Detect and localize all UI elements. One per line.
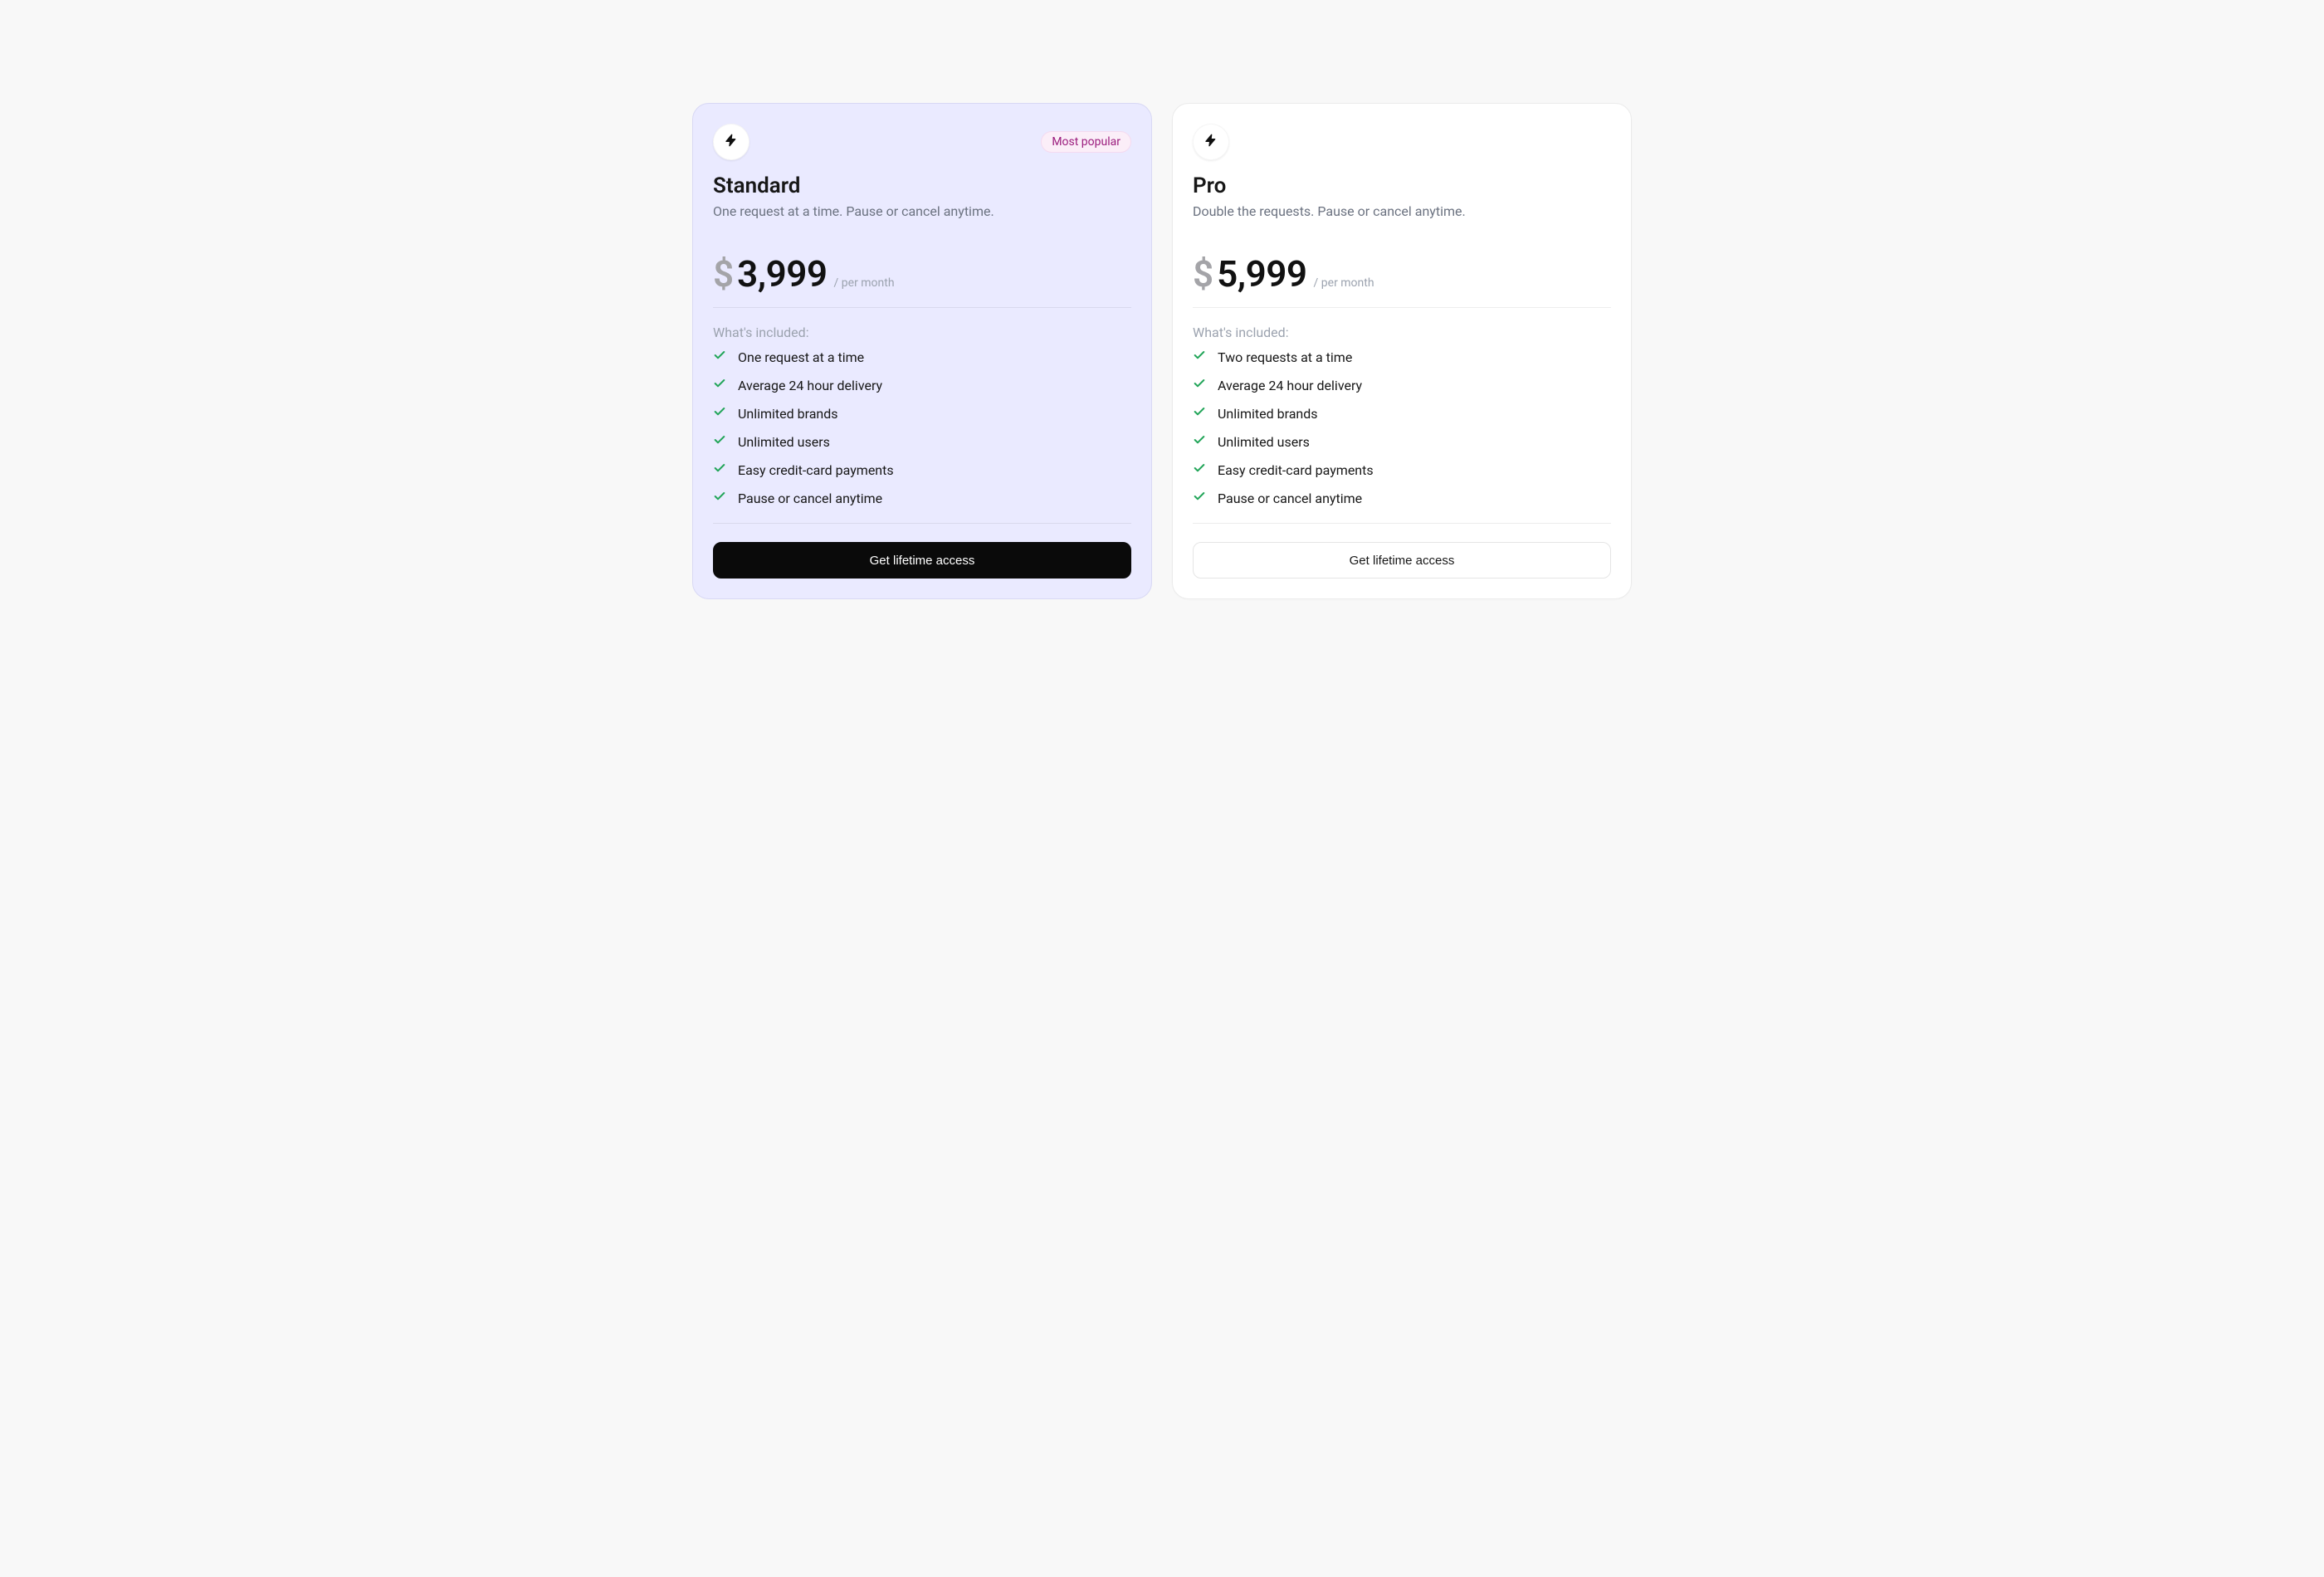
feature-text: Unlimited brands bbox=[1218, 406, 1318, 422]
feature-text: Pause or cancel anytime bbox=[738, 491, 882, 506]
plan-name: Pro bbox=[1193, 173, 1611, 198]
check-icon bbox=[713, 349, 726, 365]
feature-text: Unlimited users bbox=[738, 434, 830, 450]
plan-icon-chip bbox=[1193, 124, 1229, 160]
price-amount: 5,999 bbox=[1217, 256, 1306, 292]
check-icon bbox=[1193, 405, 1206, 422]
price-row: $ 5,999 / per month bbox=[1193, 256, 1611, 307]
check-icon bbox=[1193, 490, 1206, 506]
check-icon bbox=[713, 405, 726, 422]
divider bbox=[713, 307, 1131, 308]
check-icon bbox=[713, 377, 726, 393]
price-row: $ 3,999 / per month bbox=[713, 256, 1131, 307]
check-icon bbox=[1193, 377, 1206, 393]
feature-text: Pause or cancel anytime bbox=[1218, 491, 1362, 506]
plan-subtitle: Double the requests. Pause or cancel any… bbox=[1193, 203, 1611, 219]
list-item: Average 24 hour delivery bbox=[1193, 377, 1611, 393]
check-icon bbox=[713, 490, 726, 506]
feature-text: Unlimited users bbox=[1218, 434, 1310, 450]
list-item: Two requests at a time bbox=[1193, 349, 1611, 365]
list-item: Pause or cancel anytime bbox=[1193, 490, 1611, 506]
divider bbox=[1193, 307, 1611, 308]
currency-symbol: $ bbox=[1193, 256, 1213, 292]
check-icon bbox=[1193, 433, 1206, 450]
cta-button-pro[interactable]: Get lifetime access bbox=[1193, 542, 1611, 579]
cta-button-standard[interactable]: Get lifetime access bbox=[713, 542, 1131, 579]
divider bbox=[713, 523, 1131, 524]
divider bbox=[1193, 523, 1611, 524]
check-icon bbox=[1193, 349, 1206, 365]
list-item: Pause or cancel anytime bbox=[713, 490, 1131, 506]
plan-subtitle: One request at a time. Pause or cancel a… bbox=[713, 203, 1131, 219]
check-icon bbox=[713, 461, 726, 478]
list-item: Easy credit-card payments bbox=[1193, 461, 1611, 478]
list-item: Average 24 hour delivery bbox=[713, 377, 1131, 393]
list-item: Unlimited brands bbox=[713, 405, 1131, 422]
price-amount: 3,999 bbox=[737, 256, 827, 292]
list-item: Unlimited users bbox=[1193, 433, 1611, 450]
feature-text: Average 24 hour delivery bbox=[1218, 378, 1362, 393]
plan-card-pro: Pro Double the requests. Pause or cancel… bbox=[1172, 103, 1632, 599]
list-item: Easy credit-card payments bbox=[713, 461, 1131, 478]
popular-badge: Most popular bbox=[1041, 131, 1131, 153]
check-icon bbox=[1193, 461, 1206, 478]
card-top-row: Most popular bbox=[713, 124, 1131, 160]
plan-icon-chip bbox=[713, 124, 749, 160]
list-item: Unlimited brands bbox=[1193, 405, 1611, 422]
list-item: Unlimited users bbox=[713, 433, 1131, 450]
included-label: What's included: bbox=[713, 325, 1131, 340]
feature-text: Unlimited brands bbox=[738, 406, 838, 422]
check-icon bbox=[713, 433, 726, 450]
lightning-icon bbox=[725, 134, 738, 150]
feature-text: Average 24 hour delivery bbox=[738, 378, 882, 393]
plan-name: Standard bbox=[713, 173, 1131, 198]
feature-text: Easy credit-card payments bbox=[1218, 462, 1374, 478]
price-period: / per month bbox=[1314, 276, 1374, 290]
feature-list: One request at a time Average 24 hour de… bbox=[713, 349, 1131, 506]
feature-list: Two requests at a time Average 24 hour d… bbox=[1193, 349, 1611, 506]
list-item: One request at a time bbox=[713, 349, 1131, 365]
price-period: / per month bbox=[834, 276, 895, 290]
included-label: What's included: bbox=[1193, 325, 1611, 340]
plans-row: Most popular Standard One request at a t… bbox=[614, 103, 1711, 599]
feature-text: Two requests at a time bbox=[1218, 349, 1352, 365]
currency-symbol: $ bbox=[713, 256, 734, 292]
lightning-icon bbox=[1204, 134, 1218, 150]
feature-text: One request at a time bbox=[738, 349, 864, 365]
pricing-section: Most popular Standard One request at a t… bbox=[614, 0, 1711, 744]
card-top-row bbox=[1193, 124, 1611, 160]
plan-card-standard: Most popular Standard One request at a t… bbox=[692, 103, 1152, 599]
feature-text: Easy credit-card payments bbox=[738, 462, 894, 478]
